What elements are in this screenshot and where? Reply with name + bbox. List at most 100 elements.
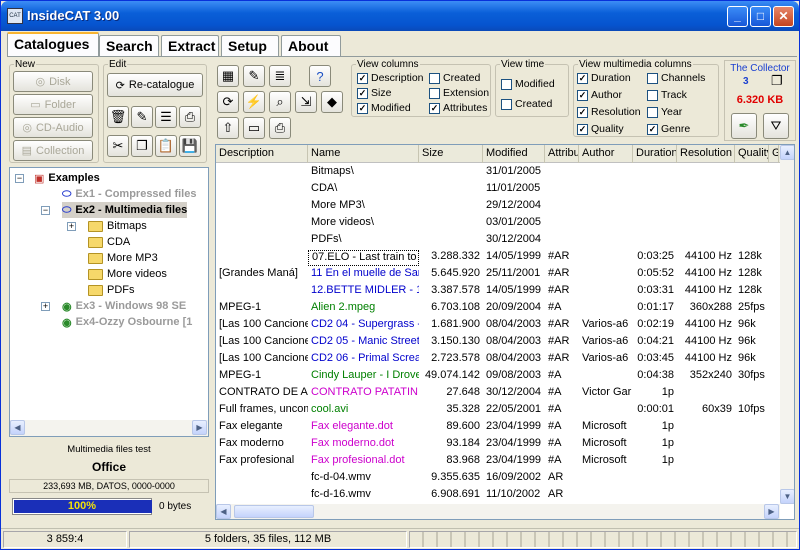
tree-folder-cda[interactable]: CDA [88,234,130,250]
mm-quality-checkbox[interactable]: ✓ Quality [577,123,624,135]
tab-setup[interactable]: Setup [221,35,279,56]
table-row[interactable]: Fax profesional Fax profesional.dot 83.968… [216,453,780,470]
tab-search[interactable]: Search [99,35,159,56]
column-header[interactable]: Size [419,145,483,163]
vertical-scrollbar[interactable]: ▲ ▼ [780,145,794,504]
table-row[interactable]: MPEG-1 Cindy Lauper - I Drove 49.074.142 09… [216,368,780,385]
refresh-icon[interactable]: ⟳ [217,91,239,113]
filter-icon[interactable]: ⛛ [763,113,789,139]
column-header[interactable]: Description [216,145,308,163]
new-disk-button[interactable]: ◎ Disk [13,71,93,92]
delete-icon[interactable]: 🗑 [107,106,129,128]
scroll-down-icon[interactable]: ▼ [780,489,794,504]
pick-icon[interactable]: ✒ [731,113,757,139]
new-collection-button[interactable]: ▤ Collection [13,140,93,161]
mm-year-checkbox[interactable]: Year [647,106,682,118]
expand-toggle[interactable]: + [67,222,76,231]
col-size-checkbox[interactable]: ✓ Size [357,87,391,99]
tree-folder-more-mp3[interactable]: More MP3 [88,250,158,266]
edit-icon[interactable]: ✎ [131,106,153,128]
tree-item-ex3[interactable]: ◉ Ex3 - Windows 98 SE [62,298,186,314]
paste-icon[interactable]: 📋 [155,135,177,157]
tree-item-examples[interactable]: ▣ Examples [34,170,100,186]
table-row[interactable]: Fax elegante Fax elegante.dot 89.600 23/04/… [216,419,780,436]
find-icon[interactable]: ⌕ [269,91,291,113]
mm-resolution-checkbox[interactable]: ✓ Resolution [577,106,641,118]
table-row[interactable]: MPEG-1 Alien 2.mpeg 6.703.108 20/09/2004 #A 0… [216,300,780,317]
table-row[interactable]: Bitmaps\ 31/01/2005 [216,164,780,181]
col-attributes-checkbox[interactable]: ✓ Attributes [429,102,487,114]
catalog-icon[interactable]: ▦ [217,65,239,87]
save-icon[interactable]: 💾 [179,135,201,157]
table-row[interactable]: Full frames, uncom cool.avi 35.328 22/05/20… [216,402,780,419]
tree-item-ex2[interactable]: ⬭ Ex2 - Multimedia files [62,202,188,218]
table-row[interactable]: [Las 100 Canciones CD2 04 - Supergrass - 1… [216,317,780,334]
table-row[interactable]: fc-d-16.wmv 6.908.691 11/10/2002 AR [216,487,780,504]
table-row[interactable]: [Las 100 Canciones CD2 06 - Primal Screar… [216,351,780,368]
file-list[interactable]: Description Name Size Modified Attribu Author… [215,144,795,520]
scroll-right-icon[interactable]: ▶ [764,504,779,519]
print-icon[interactable]: ⎙ [179,106,201,128]
catalogue-tree[interactable]: − ▣ Examples ⬭ Ex1 - Compressed files − ⬭ E… [9,167,209,437]
horizontal-scrollbar[interactable]: ◀ ▶ [216,504,780,519]
column-header[interactable]: Author [579,145,633,163]
help-icon[interactable]: ? [309,65,331,87]
table-row[interactable]: More videos\ 03/01/2005 [216,215,780,232]
table-row[interactable]: 07.ELO - Last train to l 3.288.332 14/05/1… [216,249,780,266]
mm-author-checkbox[interactable]: ✓ Author [577,89,622,101]
scroll-left-icon[interactable]: ◀ [10,420,25,435]
tree-horizontal-scrollbar[interactable]: ◀ ▶ [10,420,208,436]
col-modified-checkbox[interactable]: ✓ Modified [357,102,411,114]
scroll-left-icon[interactable]: ◀ [216,504,231,519]
tree-folder-more-videos[interactable]: More videos [88,266,167,282]
tree-item-ex1[interactable]: ⬭ Ex1 - Compressed files [62,186,196,202]
column-header[interactable]: Name [308,145,419,163]
printer-icon[interactable]: ⎙ [269,117,291,139]
column-header[interactable]: Quality [735,145,769,163]
mm-duration-checkbox[interactable]: ✓ Duration [577,72,631,84]
table-row[interactable]: fc-d-04.wmv 9.355.635 16/09/2002 AR [216,470,780,487]
notes-icon[interactable]: ✎ [243,65,265,87]
col-description-checkbox[interactable]: ✓ Description [357,72,424,84]
maximize-button[interactable]: □ [750,6,771,27]
time-modified-checkbox[interactable]: Modified [501,78,555,90]
table-row[interactable]: CONTRATO DE A CONTRATO PATATIN 27.648 30/12… [216,385,780,402]
table-row[interactable]: 12.BETTE MIDLER - 1 3.387.578 14/05/1999 #A… [216,283,780,300]
column-header[interactable]: G [769,145,779,163]
tab-extract[interactable]: Extract [161,35,219,56]
tree-folder-bitmaps[interactable]: Bitmaps [88,218,147,234]
up-icon[interactable]: ⇧ [217,117,239,139]
recatalogue-button[interactable]: ⟳ Re-catalogue [107,73,203,97]
table-row[interactable]: [Las 100 Canciones CD2 05 - Manic Street 3… [216,334,780,351]
table-row[interactable]: [Grandes Maná] 11 En el muelle de San 5.64… [216,266,780,283]
mm-channels-checkbox[interactable]: Channels [647,72,705,84]
table-row[interactable]: Fax moderno Fax moderno.dot 93.184 23/04/19… [216,436,780,453]
time-created-checkbox[interactable]: Created [501,98,552,110]
flash-icon[interactable]: ⚡ [243,91,265,113]
window-icon[interactable]: ▭ [243,117,265,139]
tab-catalogues[interactable]: Catalogues [7,32,99,57]
new-folder-button[interactable]: ▭ Folder [13,94,93,115]
export-icon[interactable]: ⇲ [295,91,317,113]
col-extension-checkbox[interactable]: Extension [429,87,489,99]
column-header[interactable]: Duration [633,145,677,163]
title-bar[interactable]: CAT InsideCAT 3.00 _ □ ✕ [1,1,799,31]
scroll-up-icon[interactable]: ▲ [780,145,794,160]
tab-about[interactable]: About [281,35,341,56]
table-row[interactable]: More MP3\ 29/12/2004 [216,198,780,215]
mm-genre-checkbox[interactable]: ✓ Genre [647,123,690,135]
minimize-button[interactable]: _ [727,6,748,27]
copy-icon[interactable]: ❐ [131,135,153,157]
table-row[interactable]: CDA\ 11/01/2005 [216,181,780,198]
col-created-checkbox[interactable]: Created [429,72,480,84]
tree-item-ex4[interactable]: ◉ Ex4-Ozzy Osbourne [1 [62,314,192,330]
tag-icon[interactable]: ◆ [321,91,343,113]
properties-icon[interactable]: ☰ [155,106,177,128]
collapse-toggle[interactable]: − [41,206,50,215]
expand-toggle[interactable]: + [41,302,50,311]
scroll-thumb[interactable] [234,505,314,518]
list-view-icon[interactable]: ≣ [269,65,291,87]
cut-icon[interactable]: ✂ [107,135,129,157]
column-header[interactable]: Modified [483,145,545,163]
close-button[interactable]: ✕ [773,6,794,27]
